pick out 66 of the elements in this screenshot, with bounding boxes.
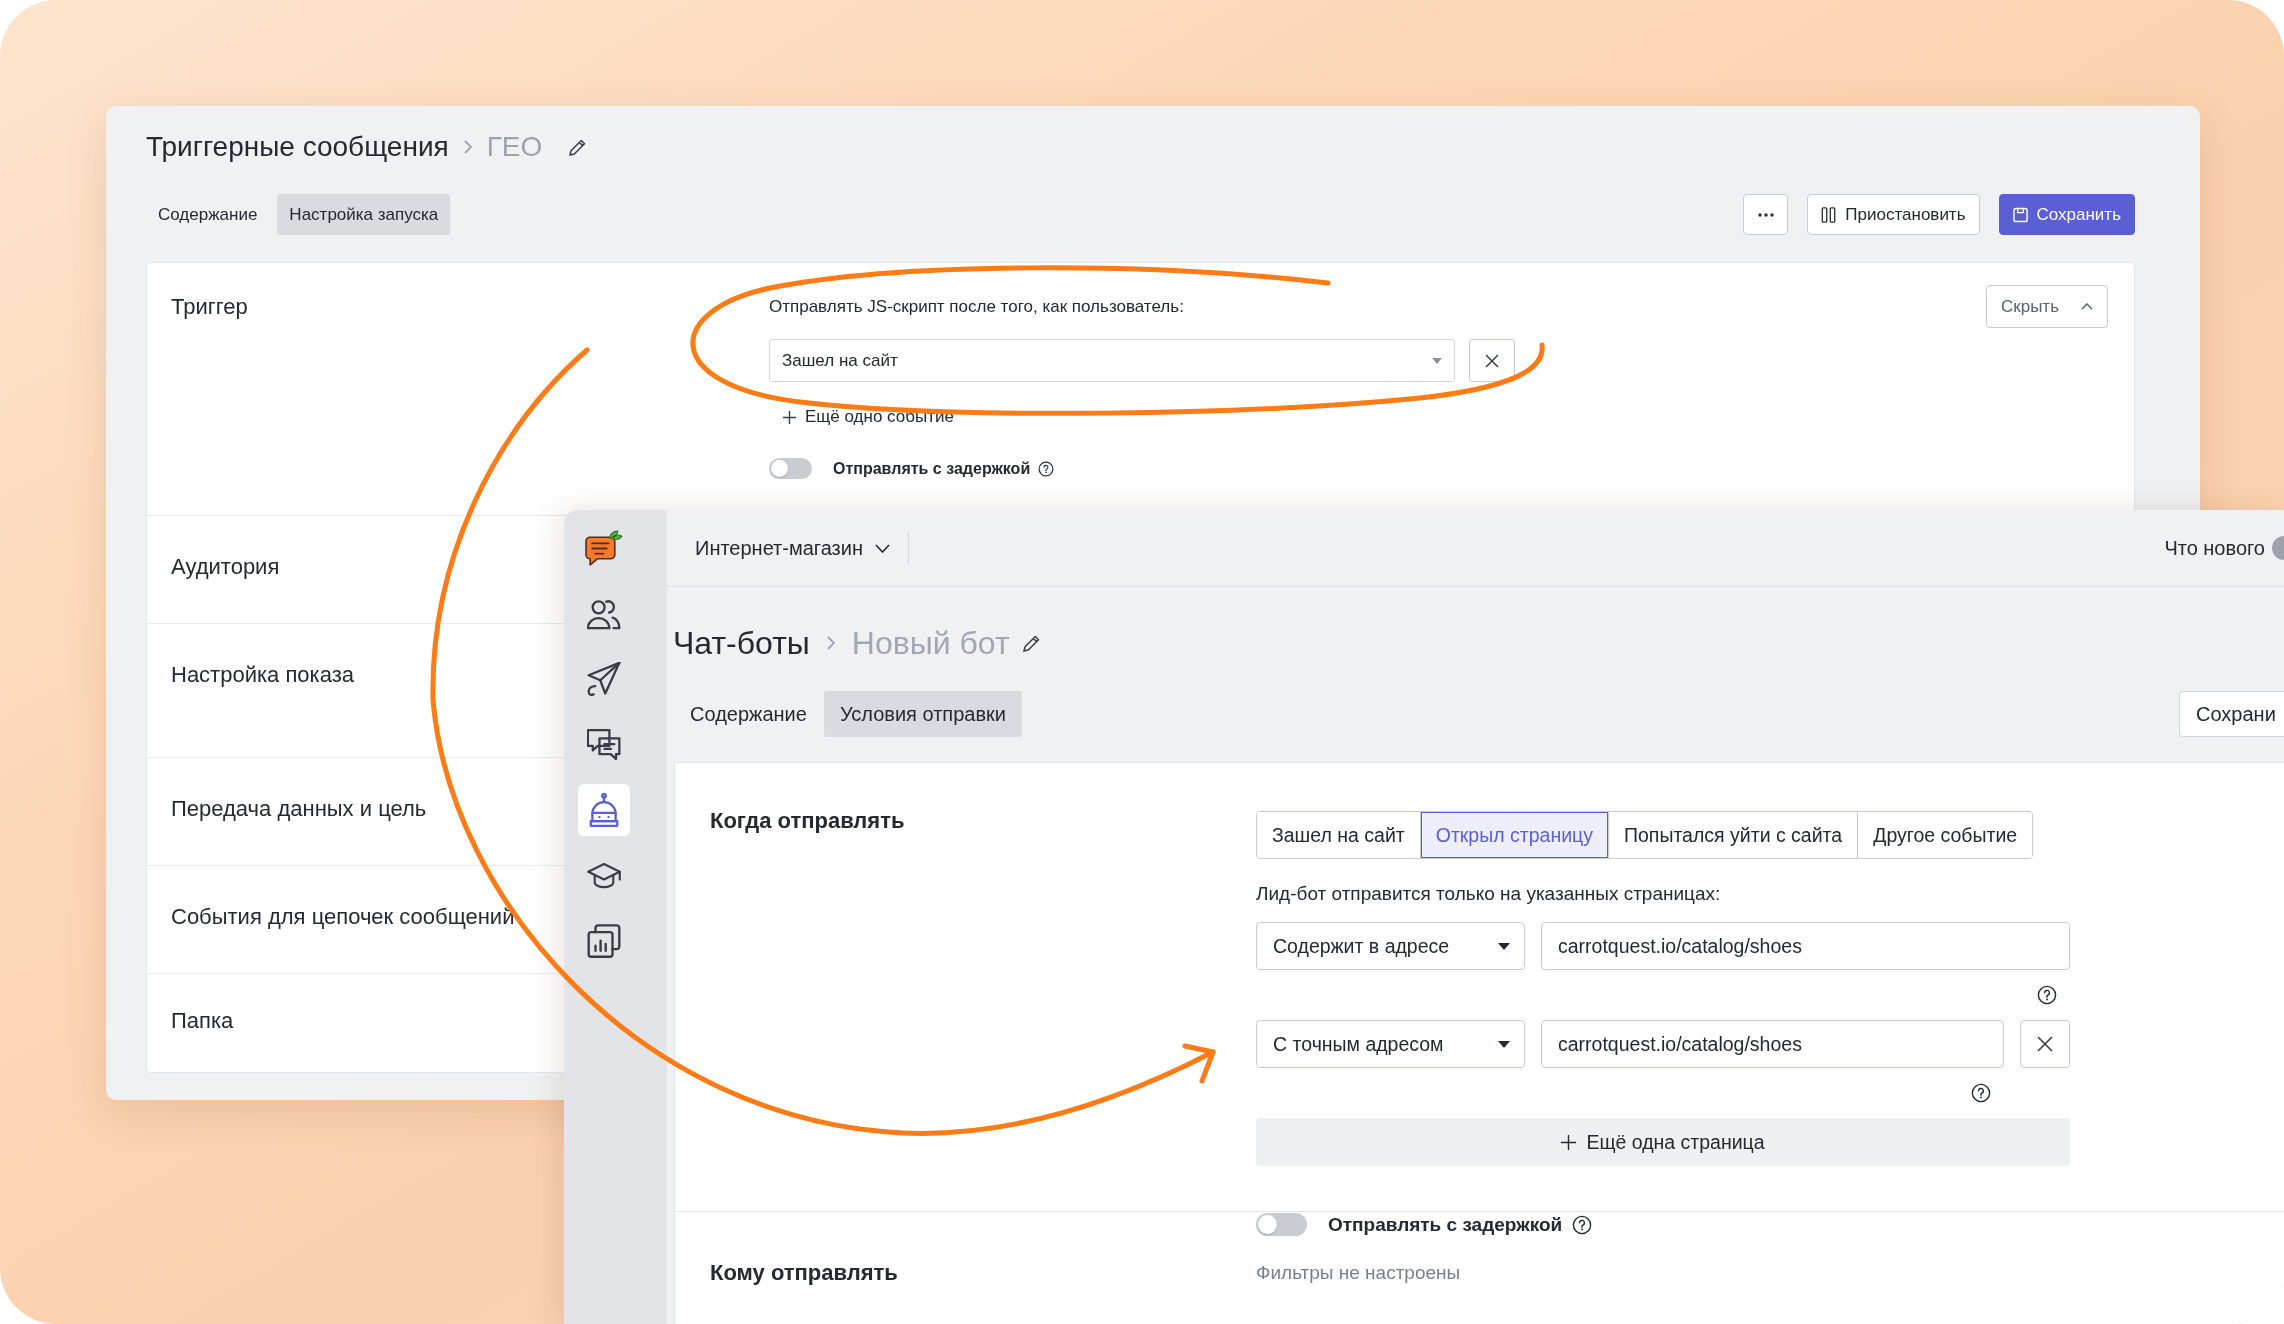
save-icon — [2012, 206, 2028, 223]
help-icon[interactable] — [1038, 460, 1055, 477]
save-button[interactable]: Сохрани — [2179, 691, 2284, 737]
breadcrumb-link[interactable]: Чат-боты — [673, 624, 810, 662]
close-icon — [1485, 353, 1499, 368]
add-page-button[interactable]: Ещё одна страница — [1256, 1118, 2070, 1166]
plus-icon — [783, 410, 796, 424]
field-label: Лид-бот отправится только на указанных страницах: — [1256, 882, 1721, 906]
bar-chart-icon — [587, 924, 621, 958]
field-label: Отправлять JS-скрипт после того, как пользователь: — [769, 296, 1184, 318]
segment-option[interactable]: Открыл страницу — [1419, 812, 1608, 858]
caret-icon — [1498, 942, 1510, 950]
section-title: Кому отправлять — [710, 1259, 898, 1287]
save-button[interactable]: Сохранить — [1998, 194, 2135, 235]
paper-plane-icon — [587, 662, 621, 696]
page-title: ГЕО — [486, 130, 543, 164]
toggle-label: Отправлять с задержкой — [833, 459, 1031, 478]
pencil-icon[interactable] — [1021, 633, 1041, 653]
pause-icon — [1821, 206, 1837, 223]
chat-bubbles-icon — [587, 727, 621, 762]
match-select[interactable]: С точным адресом — [1256, 1020, 1525, 1068]
chevron-right-icon — [462, 139, 473, 155]
section-title: Папка — [171, 1007, 234, 1035]
url-input[interactable]: carrotquest.io/catalog/shoes — [1541, 1020, 2004, 1068]
segment-option[interactable]: Другое событие — [1857, 812, 2033, 858]
toggle-label: Отправлять с задержкой — [1328, 1213, 1563, 1236]
event-select[interactable]: Зашел на сайт — [769, 339, 1455, 382]
help-icon[interactable] — [2037, 985, 2057, 1005]
sidebar-item[interactable] — [578, 784, 630, 836]
caret-icon — [1498, 1040, 1510, 1048]
remove-button[interactable] — [1469, 339, 1515, 382]
tab[interactable]: Содержание — [146, 194, 270, 235]
delay-toggle[interactable] — [769, 458, 812, 479]
tab[interactable]: Условия отправки — [823, 691, 1022, 737]
hide-button[interactable]: Скрыть — [1985, 285, 2108, 328]
help-icon[interactable] — [1971, 1083, 1991, 1103]
more-icon — [1757, 212, 1774, 217]
pencil-icon[interactable] — [568, 137, 588, 157]
section-title: Передача данных и цель — [171, 795, 427, 823]
delay-toggle[interactable] — [1256, 1213, 1307, 1236]
tab[interactable]: Настройка запуска — [277, 194, 451, 235]
breadcrumb-link[interactable]: Триггерные сообщения — [146, 130, 449, 164]
logo-icon[interactable] — [584, 529, 624, 567]
section-title: Настройка показа — [171, 661, 354, 689]
pause-button[interactable]: Приостановить — [1807, 194, 1980, 235]
chevron-up-icon — [2081, 303, 2093, 310]
robot-icon — [587, 793, 621, 827]
match-select[interactable]: Содержит в адресе — [1256, 922, 1525, 970]
url-input[interactable]: carrotquest.io/catalog/shoes — [1541, 922, 2070, 970]
section-title: Триггер — [171, 293, 248, 321]
section-title: Когда отправлять — [710, 807, 905, 835]
plus-icon — [1561, 1134, 1577, 1150]
section-title: События для цепочек сообщений — [171, 903, 515, 931]
page-title: Новый бот — [851, 624, 1010, 662]
tab[interactable]: Содержание — [674, 691, 823, 737]
section-title: Аудитория — [171, 553, 280, 581]
caret-icon — [1432, 357, 1442, 364]
workspace-dropdown[interactable]: Интернет-магазин — [695, 536, 908, 560]
remove-button[interactable] — [2020, 1020, 2070, 1068]
whats-new-link[interactable]: Что нового — [2164, 536, 2265, 560]
chevron-right-icon — [825, 635, 836, 651]
help-icon[interactable] — [1572, 1214, 1593, 1235]
status-text: Фильтры не настроены — [1256, 1261, 1461, 1285]
chevron-down-icon — [874, 543, 890, 553]
close-icon — [2037, 1036, 2053, 1052]
counter-badge-icon — [2272, 536, 2284, 560]
